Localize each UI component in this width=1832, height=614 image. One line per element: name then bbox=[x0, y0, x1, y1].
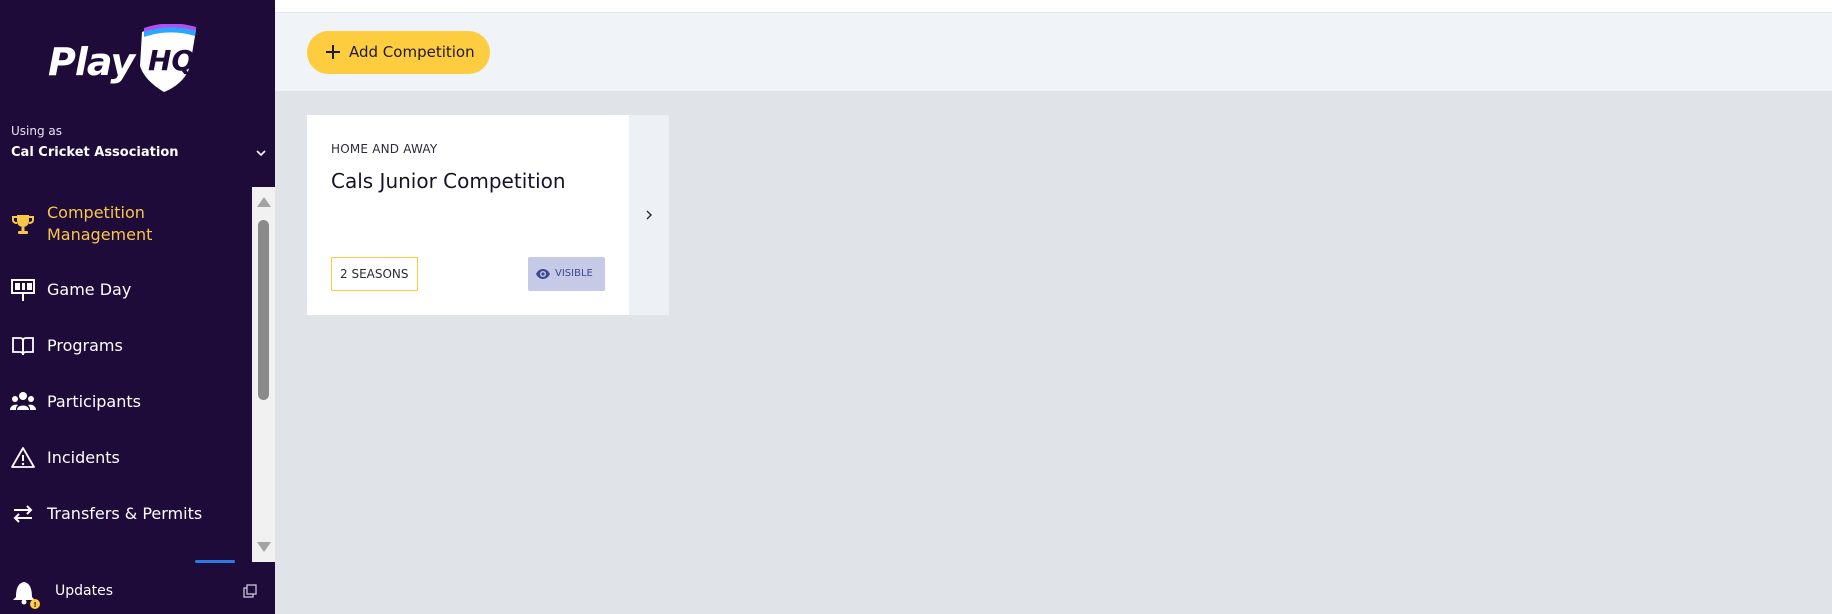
competition-name[interactable]: Cals Junior Competition bbox=[331, 169, 566, 193]
updates-label: Updates bbox=[55, 583, 113, 599]
sidebar-item-label: Programs bbox=[47, 336, 123, 355]
open-competition-button[interactable] bbox=[629, 115, 669, 315]
organisation-name: Cal Cricket Association bbox=[11, 145, 179, 160]
nav-overflow-badge bbox=[195, 560, 235, 563]
toolbar: Add Competition bbox=[275, 13, 1832, 91]
transfer-icon bbox=[10, 501, 36, 527]
bell-icon: ! bbox=[13, 582, 40, 609]
sidebar-item-label: Participants bbox=[47, 392, 141, 411]
chevron-down-icon bbox=[256, 150, 266, 157]
sidebar-item-participants[interactable]: Participants bbox=[0, 382, 252, 422]
seasons-badge: 2 SEASONS bbox=[331, 257, 418, 291]
add-competition-button[interactable]: Add Competition bbox=[307, 31, 490, 74]
warning-icon bbox=[10, 445, 36, 471]
sidebar-item-label: Game Day bbox=[47, 280, 132, 299]
scroll-down-arrow-icon[interactable] bbox=[257, 542, 271, 552]
competition-type: HOME AND AWAY bbox=[331, 142, 438, 156]
sidebar-item-programs[interactable]: Programs bbox=[0, 326, 252, 366]
add-competition-label: Add Competition bbox=[349, 43, 475, 61]
competition-card-body: HOME AND AWAY Cals Junior Competition 2 … bbox=[307, 115, 629, 315]
visibility-label: VISIBLE bbox=[555, 268, 593, 279]
eye-icon bbox=[536, 269, 550, 279]
sidebar-item-incidents[interactable]: Incidents bbox=[0, 438, 252, 478]
organisation-selector[interactable]: Cal Cricket Association bbox=[11, 145, 266, 160]
external-link-icon bbox=[243, 584, 257, 598]
playhq-logo[interactable]: Play HQ bbox=[48, 24, 198, 94]
book-icon bbox=[10, 333, 36, 359]
updates-link[interactable]: ! Updates bbox=[0, 568, 275, 614]
top-strip bbox=[275, 0, 1832, 13]
plus-icon bbox=[326, 45, 340, 59]
sidebar-item-competition-management[interactable]: Competition Management bbox=[0, 199, 252, 249]
sidebar: Play HQ Using as Cal Cricket Association bbox=[0, 0, 275, 614]
sidebar-item-label: Incidents bbox=[47, 448, 120, 467]
competition-card[interactable]: HOME AND AWAY Cals Junior Competition 2 … bbox=[307, 115, 669, 315]
chevron-right-icon bbox=[646, 210, 652, 220]
people-icon bbox=[10, 389, 36, 415]
svg-text:!: ! bbox=[34, 601, 37, 609]
using-as-label: Using as bbox=[11, 124, 63, 138]
sidebar-item-label: Transfers & Permits bbox=[47, 504, 203, 523]
logo-shield-icon: HQ bbox=[140, 24, 196, 92]
sidebar-item-label: Competition Management bbox=[47, 203, 153, 244]
sidebar-item-transfers-permits[interactable]: Transfers & Permits bbox=[0, 494, 252, 534]
logo-text: Play bbox=[48, 40, 135, 84]
sidebar-item-game-day[interactable]: Game Day bbox=[0, 270, 252, 310]
sidebar-scrollbar[interactable] bbox=[252, 187, 275, 562]
scroll-thumb[interactable] bbox=[258, 220, 269, 400]
visibility-badge: VISIBLE bbox=[528, 257, 605, 291]
scroll-up-arrow-icon[interactable] bbox=[257, 197, 271, 207]
scoreboard-icon bbox=[10, 277, 36, 303]
sidebar-nav: Competition Management Game Day Programs… bbox=[0, 187, 252, 562]
trophy-icon bbox=[10, 211, 36, 237]
svg-text:HQ: HQ bbox=[148, 44, 195, 77]
